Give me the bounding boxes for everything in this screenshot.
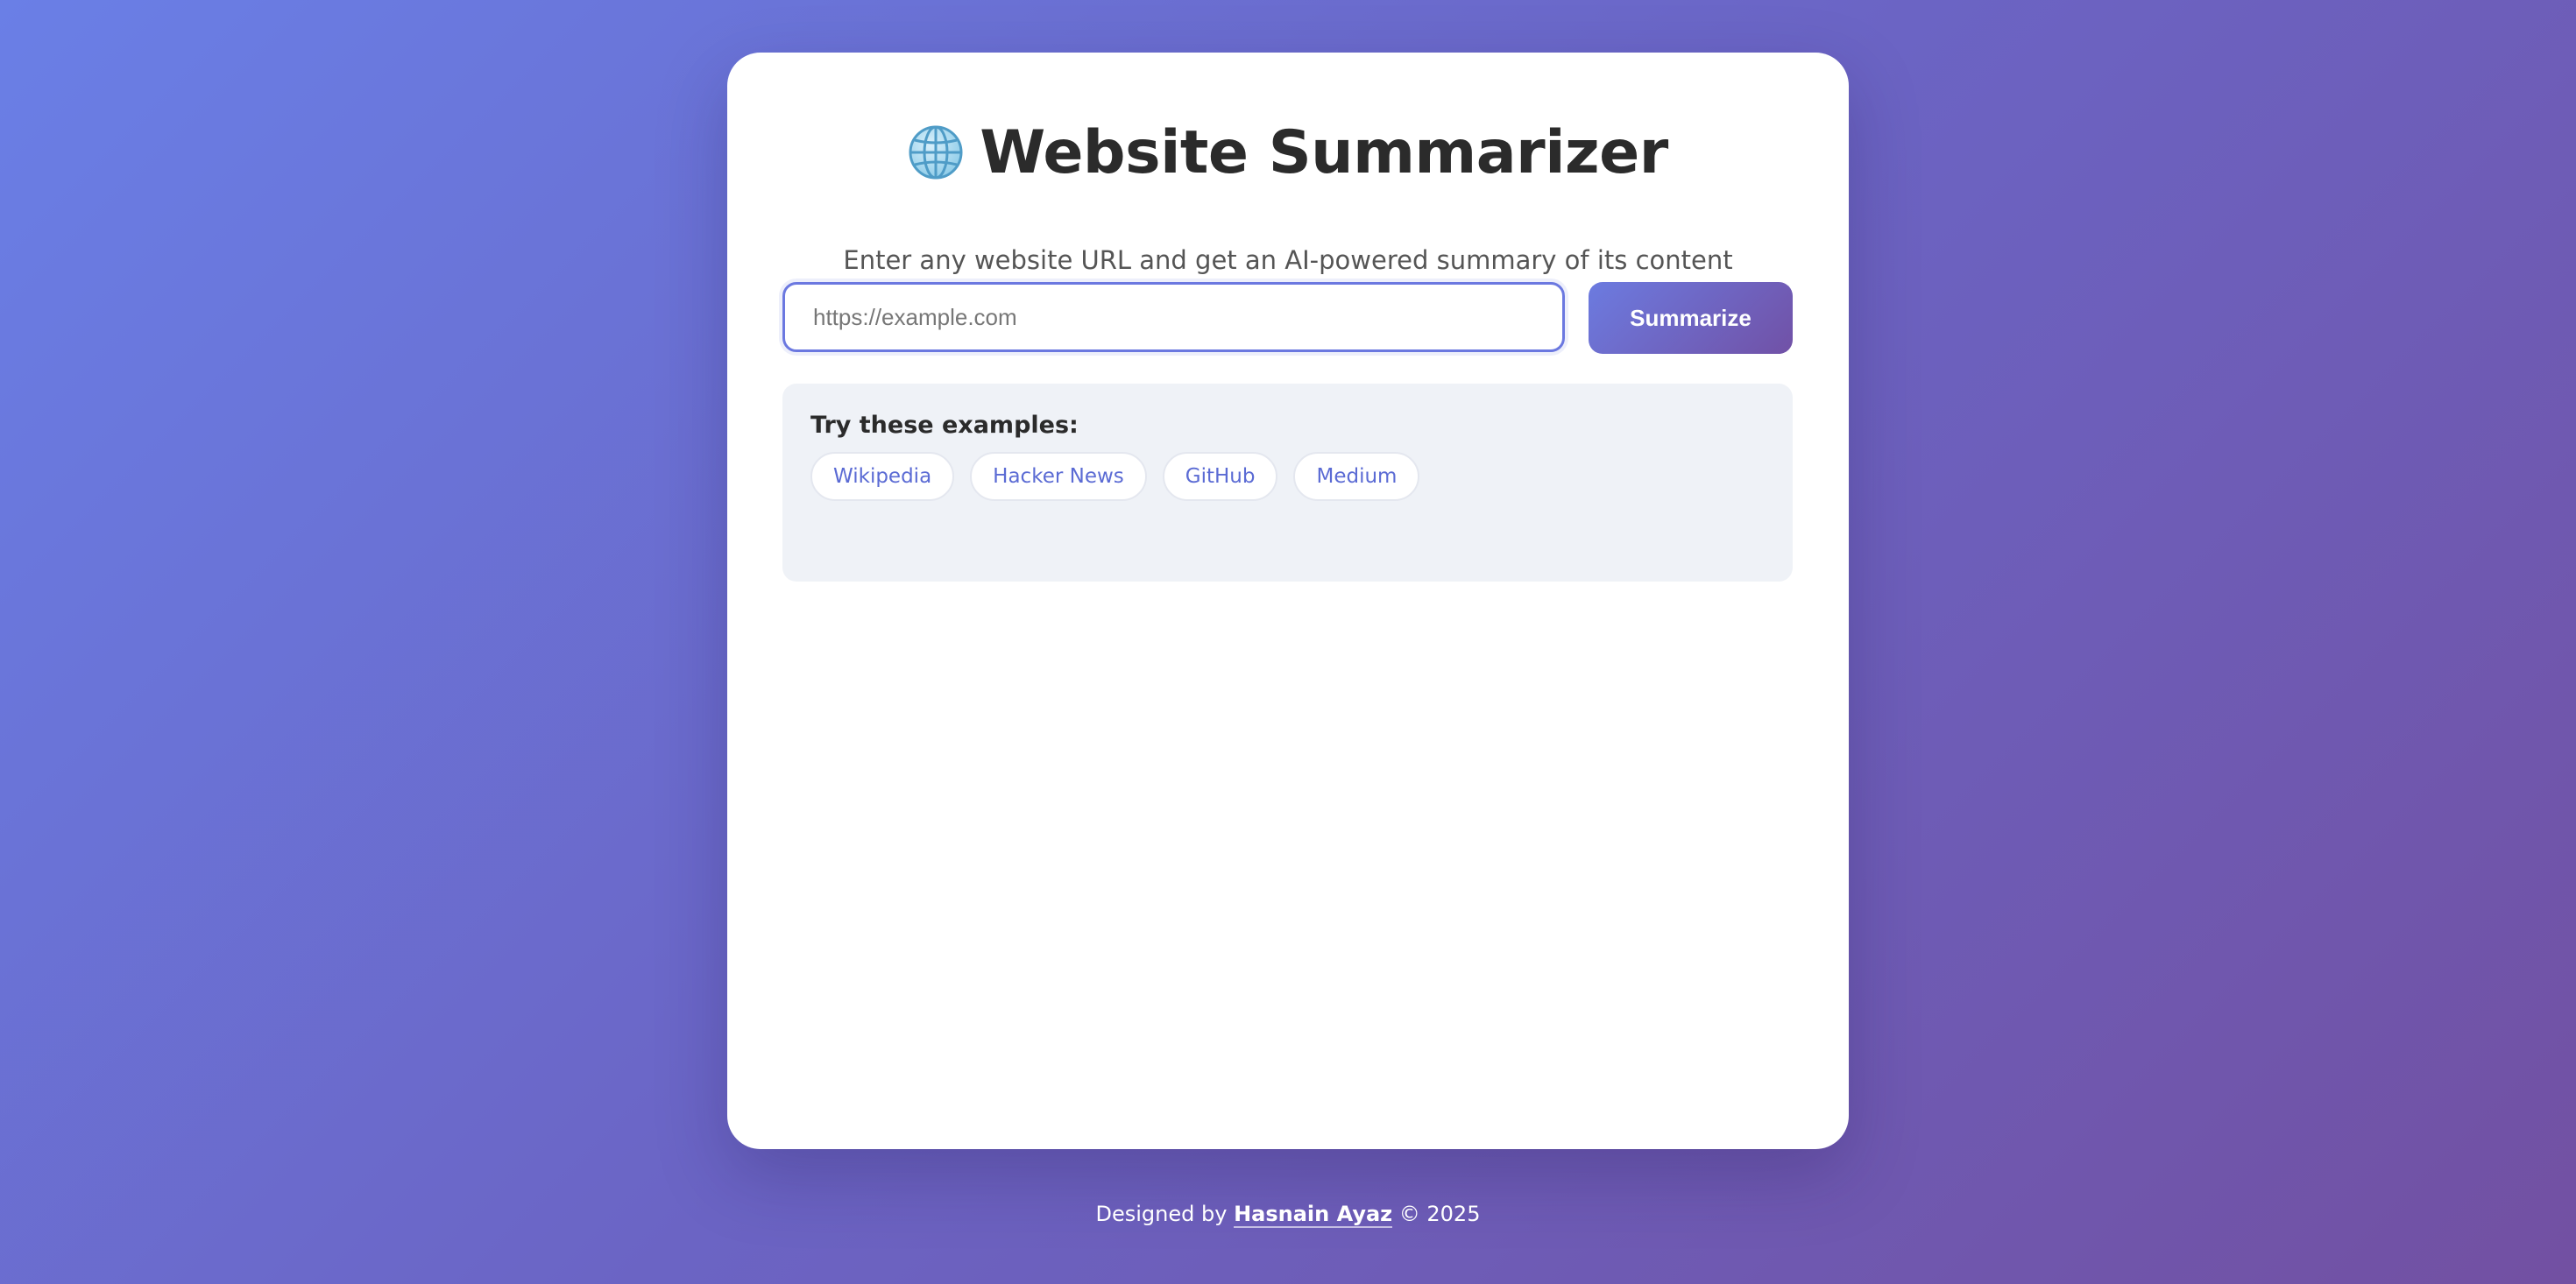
- example-chip-github[interactable]: GitHub: [1162, 452, 1278, 501]
- examples-list: Wikipedia Hacker News GitHub Medium: [810, 452, 1420, 501]
- footer-prefix: Designed by: [1095, 1202, 1228, 1226]
- summarize-button[interactable]: Summarize: [1589, 282, 1793, 354]
- examples-panel: Try these examples: Wikipedia Hacker New…: [782, 384, 1793, 582]
- header: Website Summarizer: [727, 110, 1849, 194]
- summarizer-card: Website Summarizer Enter any website URL…: [727, 53, 1849, 1149]
- example-chip-medium[interactable]: Medium: [1293, 452, 1420, 501]
- url-input[interactable]: [782, 282, 1565, 352]
- example-chip-wikipedia[interactable]: Wikipedia: [810, 452, 955, 501]
- globe-icon: [908, 124, 964, 180]
- author-link[interactable]: Hasnain Ayaz: [1234, 1202, 1393, 1228]
- footer: Designed by Hasnain Ayaz © 2025: [0, 1202, 2576, 1228]
- example-chip-hacker-news[interactable]: Hacker News: [970, 452, 1147, 501]
- footer-copyright: © 2025: [1398, 1202, 1481, 1226]
- examples-heading: Try these examples:: [810, 412, 1079, 439]
- page-subtitle: Enter any website URL and get an AI-powe…: [843, 245, 1733, 275]
- page-title: Website Summarizer: [980, 117, 1668, 187]
- page-background: { "header": { "icon": "globe-icon", "tit…: [0, 0, 2576, 1284]
